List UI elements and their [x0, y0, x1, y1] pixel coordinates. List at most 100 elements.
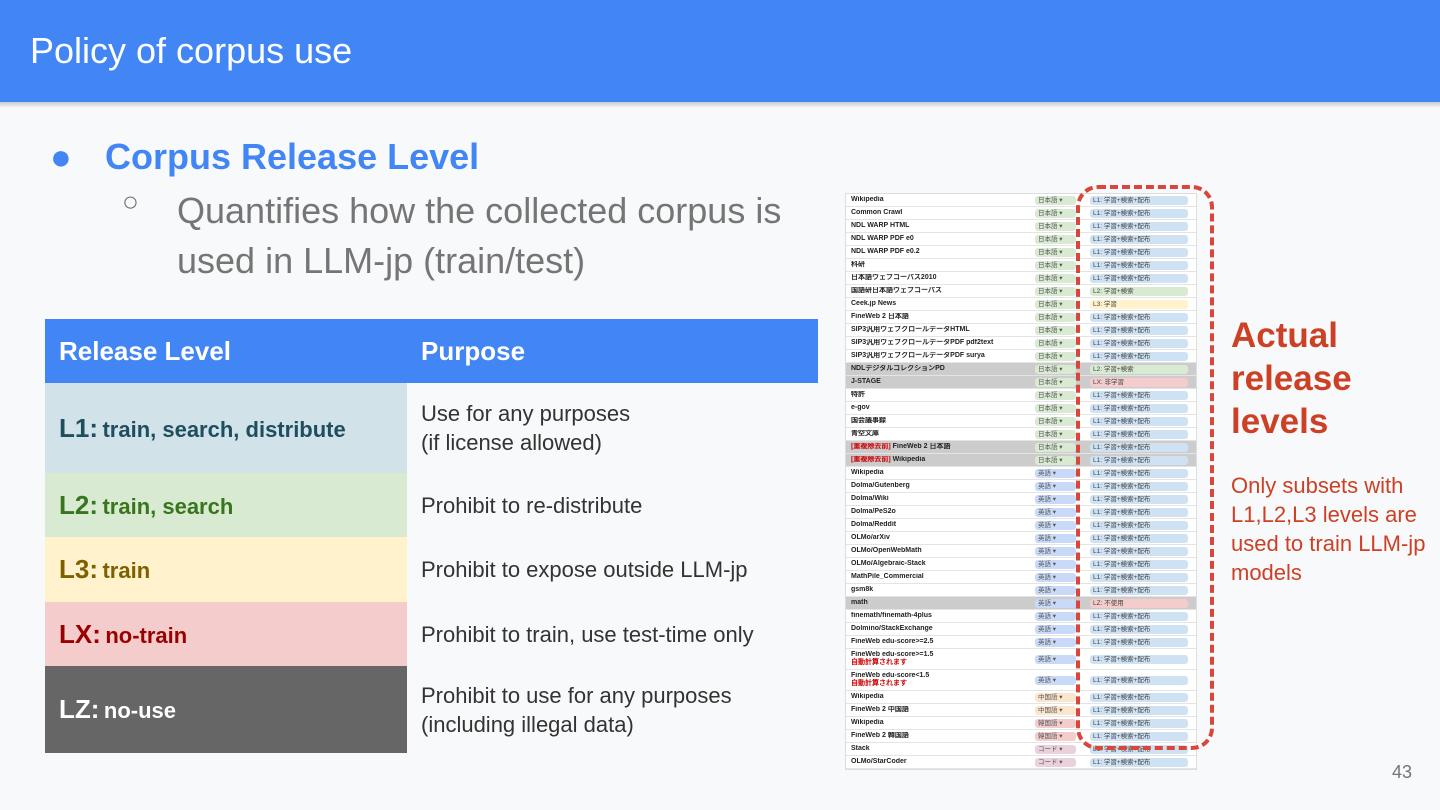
language-chip[interactable]: 日本語 ▾	[1035, 260, 1076, 270]
language-chip[interactable]: 英語 ▾	[1035, 494, 1076, 504]
language-chip[interactable]: 日本語 ▾	[1035, 429, 1076, 439]
language-chip[interactable]: 中国語 ▾	[1035, 692, 1076, 702]
table-row-lz: LZ: no-use Prohibit to use for any purpo…	[45, 666, 818, 753]
language-chip[interactable]: 英語 ▾	[1035, 546, 1076, 556]
purpose-line: Prohibit to train, use test-time only	[421, 621, 754, 647]
language-chip[interactable]: 英語 ▾	[1035, 624, 1076, 634]
language-chip[interactable]: 日本語 ▾	[1035, 364, 1076, 374]
corpus-name: FineWeb edu-score>=1.5 自動計算されます	[846, 651, 1031, 667]
language-chip[interactable]: 英語 ▾	[1035, 637, 1076, 647]
corpus-name: SIP3汎用ウェブクロールデータPDF surya	[851, 352, 985, 359]
language-chip[interactable]: 中国語 ▾	[1035, 705, 1076, 715]
corpus-name: [重複除去前] FineWeb 2 日本語	[851, 443, 951, 450]
language-chip[interactable]: 日本語 ▾	[1035, 299, 1076, 309]
callout-title-line: levels	[1231, 402, 1329, 441]
language-chip[interactable]: 英語 ▾	[1035, 507, 1076, 517]
corpus-name: 日本語ウェブコーパス2010	[851, 274, 937, 281]
corpus-name: NDLデジタルコレクションPD	[851, 365, 945, 372]
language-chip[interactable]: コード ▾	[1035, 744, 1076, 754]
corpus-name: FineWeb 2 日本語	[851, 313, 909, 320]
corpus-name: Dolma/Gutenberg	[851, 482, 910, 489]
header-shadow	[0, 102, 1440, 108]
language-chip[interactable]: 日本語 ▾	[1035, 351, 1076, 361]
purpose-line: Prohibit to expose outside LLM-jp	[421, 557, 748, 582]
level-cell: L2: train, search	[45, 473, 407, 537]
language-chip[interactable]: 日本語 ▾	[1035, 377, 1076, 387]
bullet-level2-text: Quantifies how the collected corpus is u…	[177, 190, 782, 281]
language-chip[interactable]: 英語 ▾	[1035, 675, 1076, 685]
language-chip[interactable]: 日本語 ▾	[1035, 221, 1076, 231]
corpus-name: Common Crawl	[851, 209, 903, 216]
language-chip[interactable]: 日本語 ▾	[1035, 325, 1076, 335]
language-chip[interactable]: コード ▾	[1035, 757, 1076, 767]
language-chip[interactable]: 英語 ▾	[1035, 654, 1076, 664]
language-chip[interactable]: 英語 ▾	[1035, 572, 1076, 582]
language-chip[interactable]: 韓国語 ▾	[1035, 718, 1076, 728]
language-chip[interactable]: 日本語 ▾	[1035, 234, 1076, 244]
language-chip[interactable]: 英語 ▾	[1035, 585, 1076, 595]
dedup-tag: [重複除去前]	[851, 443, 891, 450]
language-chip[interactable]: 日本語 ▾	[1035, 390, 1076, 400]
language-chip[interactable]: 英語 ▾	[1035, 481, 1076, 491]
language-chip[interactable]: 日本語 ▾	[1035, 208, 1076, 218]
corpus-name: 科研	[851, 261, 865, 268]
corpus-name: FineWeb edu-score>=2.5	[851, 638, 934, 645]
corpus-name: FineWeb edu-score<1.5 自動計算されます	[846, 672, 1031, 688]
level-code: L1:	[59, 412, 98, 443]
level-code: LZ:	[59, 694, 100, 724]
corpus-name: Wikipedia	[851, 469, 884, 476]
header-purpose: Purpose	[407, 319, 818, 383]
language-chip[interactable]: 日本語 ▾	[1035, 273, 1076, 283]
language-chip[interactable]: 日本語 ▾	[1035, 455, 1076, 465]
language-chip[interactable]: 日本語 ▾	[1035, 338, 1076, 348]
purpose-line: Prohibit to re-distribute	[421, 492, 643, 518]
auto-calc-note: 自動計算されます	[851, 659, 907, 666]
corpus-name: Dolma/PeS2o	[851, 508, 896, 515]
level-cell: L1: train, search, distribute	[45, 383, 407, 473]
dashed-highlight-box	[1076, 185, 1214, 750]
language-chip[interactable]: 日本語 ▾	[1035, 312, 1076, 322]
header-bar: Policy of corpus use	[0, 0, 1440, 102]
purpose-line: (if license allowed)	[421, 430, 602, 455]
corpus-name: 青空文庫	[851, 430, 879, 437]
corpus-name: gsm8k	[851, 586, 874, 593]
table-header-row: Release Level Purpose	[45, 319, 818, 383]
release-level-chip[interactable]: L1: 学習+検索+配布	[1090, 757, 1188, 767]
header-release-level: Release Level	[45, 319, 407, 383]
corpus-name: Wikipedia	[851, 719, 884, 726]
callout-title-line: release	[1231, 359, 1352, 398]
bullet-circle: ○	[122, 186, 139, 217]
language-chip[interactable]: 日本語 ▾	[1035, 247, 1076, 257]
corpus-name: Wikipedia	[851, 196, 884, 203]
corpus-name: NDL WARP PDF e0.2	[851, 248, 920, 255]
corpus-name: [重複除去前] Wikipedia	[851, 456, 926, 463]
corpus-name: J-STAGE	[851, 378, 881, 385]
purpose-line: Use for any purposes	[421, 401, 631, 426]
purpose-line: (including illegal data)	[421, 711, 634, 737]
level-code: LX:	[59, 618, 101, 649]
slide-title: Policy of corpus use	[30, 30, 353, 71]
corpus-name: Stack	[851, 745, 870, 752]
language-chip[interactable]: 日本語 ▾	[1035, 442, 1076, 452]
language-chip[interactable]: 英語 ▾	[1035, 611, 1076, 621]
bullet-dot: ●	[50, 136, 72, 177]
spreadsheet-row: OLMo/StarCoder コード ▾ L1: 学習+検索+配布	[846, 756, 1196, 769]
table-row-lx: LX: no-train Prohibit to train, use test…	[45, 602, 818, 666]
language-chip[interactable]: 韓国語 ▾	[1035, 731, 1076, 741]
level-code: L2:	[59, 489, 98, 520]
language-chip[interactable]: 英語 ▾	[1035, 559, 1076, 569]
corpus-name: FineWeb 2 中国語	[851, 706, 909, 713]
purpose-cell: Prohibit to re-distribute	[407, 473, 818, 537]
language-chip[interactable]: 英語 ▾	[1035, 468, 1076, 478]
language-chip[interactable]: 日本語 ▾	[1035, 403, 1076, 413]
language-chip[interactable]: 英語 ▾	[1035, 598, 1076, 608]
language-chip[interactable]: 英語 ▾	[1035, 520, 1076, 530]
language-chip[interactable]: 日本語 ▾	[1035, 416, 1076, 426]
table-row-l3: L3: train Prohibit to expose outside LLM…	[45, 537, 818, 602]
level-desc: train	[102, 558, 151, 583]
language-chip[interactable]: 日本語 ▾	[1035, 286, 1076, 296]
corpus-name: Ceek.jp News	[851, 300, 897, 307]
callout-title-line: Actual	[1231, 316, 1338, 355]
language-chip[interactable]: 英語 ▾	[1035, 533, 1076, 543]
language-chip[interactable]: 日本語 ▾	[1035, 195, 1076, 205]
